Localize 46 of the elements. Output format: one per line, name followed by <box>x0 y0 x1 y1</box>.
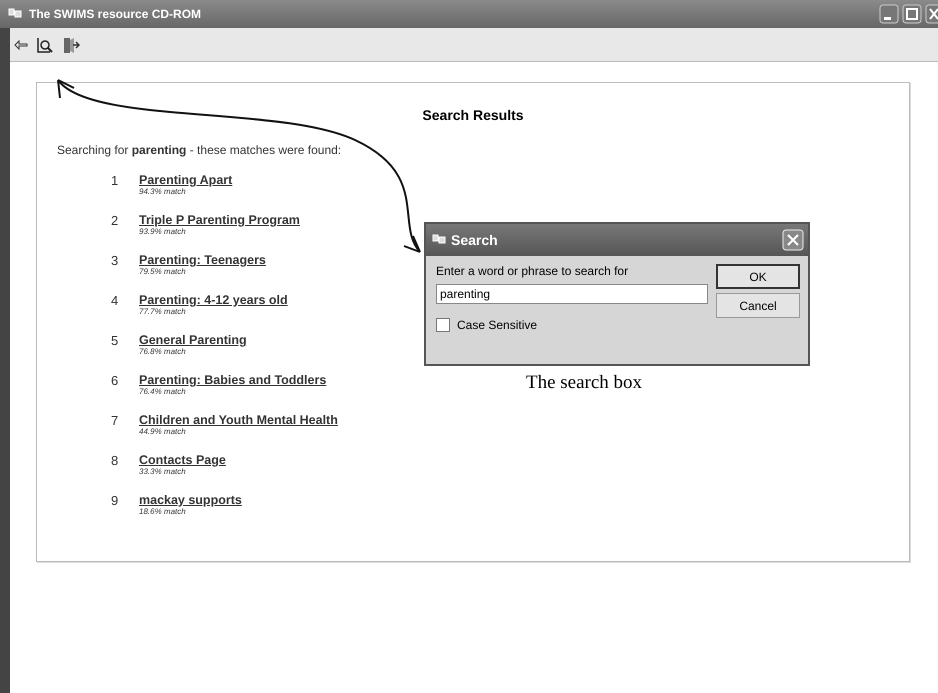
result-number: 1 <box>111 173 119 190</box>
result-number: 7 <box>111 413 119 430</box>
maximize-icon[interactable] <box>902 4 922 24</box>
window-icon <box>432 234 448 246</box>
checkbox-label: Case Sensitive <box>457 318 538 332</box>
result-number: 2 <box>111 213 119 230</box>
result-link[interactable]: Parenting: 4-12 years old <box>139 293 288 307</box>
result-number: 8 <box>111 453 119 470</box>
checkbox[interactable] <box>436 318 450 332</box>
match-score: 79.5% match <box>139 267 187 276</box>
result-link[interactable]: Parenting: Babies and Toddlers <box>139 373 326 387</box>
match-score: 94.3% match <box>139 187 187 196</box>
match-score: 77.7% match <box>139 307 187 316</box>
window-title: The SWIMS resource CD-ROM <box>29 7 202 21</box>
exit-door-icon[interactable] <box>62 36 80 54</box>
result-link[interactable]: Parenting: Teenagers <box>139 253 266 267</box>
match-score: 76.8% match <box>139 347 187 356</box>
match-score: 33.3% match <box>139 467 187 476</box>
close-icon[interactable] <box>925 4 938 24</box>
dialog-button[interactable]: Cancel <box>716 293 800 318</box>
window-icon <box>8 8 24 20</box>
dialog-button[interactable]: OK <box>716 264 800 289</box>
results-heading: Search Results <box>421 107 525 123</box>
dialog-title: Search <box>451 232 498 248</box>
search-icon[interactable] <box>36 36 54 54</box>
result-link[interactable]: Children and Youth Mental Health <box>139 413 338 427</box>
search-field[interactable]: parenting <box>436 284 708 304</box>
minimize-icon[interactable] <box>879 4 899 24</box>
search-summary: Searching for parenting - these matches were found: <box>57 143 342 157</box>
back-arrow-icon[interactable] <box>14 38 28 50</box>
result-number: 9 <box>111 493 119 510</box>
result-number: 4 <box>111 293 119 310</box>
match-score: 44.9% match <box>139 427 187 436</box>
annotation-caption: The search box <box>526 372 642 394</box>
result-link[interactable]: mackay supports <box>139 493 242 507</box>
result-link[interactable]: General Parenting <box>139 333 247 347</box>
match-score: 93.9% match <box>139 227 187 236</box>
result-link[interactable]: Triple P Parenting Program <box>139 213 300 227</box>
match-score: 18.6% match <box>139 507 187 516</box>
result-link[interactable]: Parenting Apart <box>139 173 232 187</box>
search-prompt: Enter a word or phrase to search for <box>436 264 630 278</box>
result-link[interactable]: Contacts Page <box>139 453 226 467</box>
match-score: 76.4% match <box>139 387 187 396</box>
result-number: 5 <box>111 333 119 350</box>
result-number: 6 <box>111 373 119 390</box>
result-number: 3 <box>111 253 119 270</box>
